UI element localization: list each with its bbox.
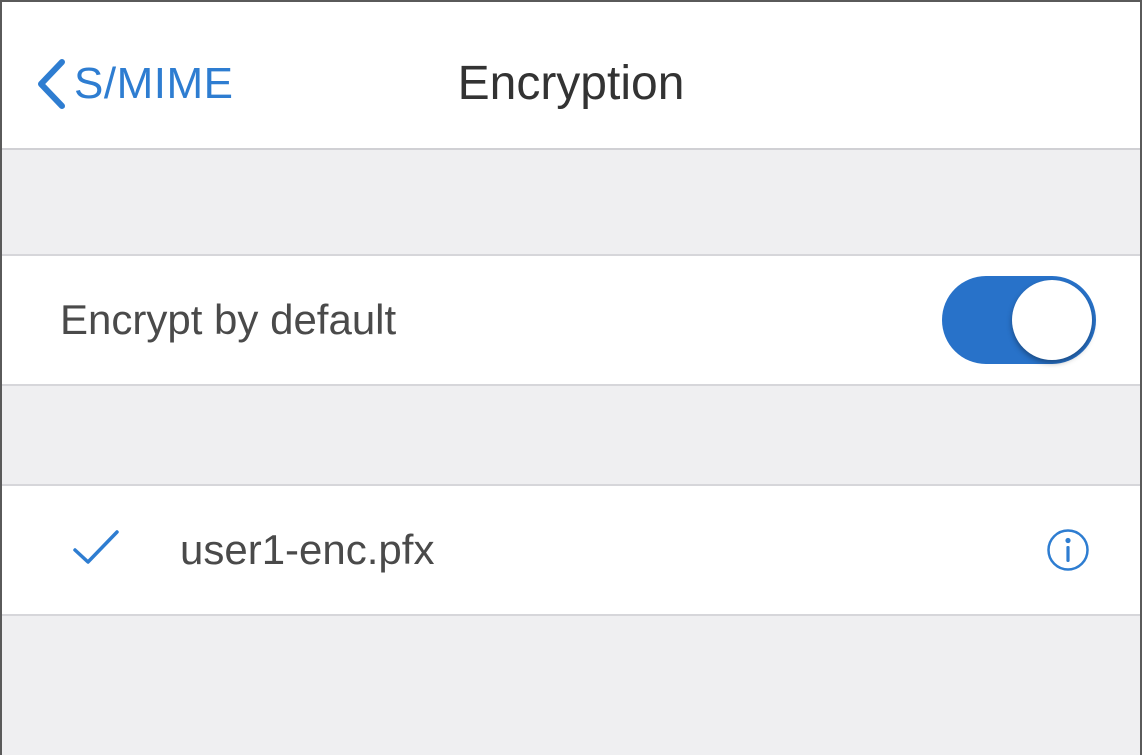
checkmark-icon	[72, 528, 120, 573]
encrypt-by-default-row: Encrypt by default	[2, 254, 1140, 386]
navigation-bar: S/MIME Encryption	[2, 2, 1140, 150]
chevron-left-icon	[36, 58, 66, 110]
encrypt-by-default-toggle[interactable]	[942, 276, 1096, 364]
encryption-screen: S/MIME Encryption Encrypt by default use…	[0, 0, 1142, 755]
back-label: S/MIME	[74, 59, 234, 108]
back-button[interactable]: S/MIME	[36, 54, 233, 114]
certificate-list-item[interactable]: user1-enc.pfx	[2, 484, 1140, 616]
toggle-knob	[1012, 280, 1092, 360]
info-icon[interactable]	[1046, 528, 1090, 577]
encrypt-by-default-label: Encrypt by default	[60, 296, 397, 343]
certificate-name: user1-enc.pfx	[180, 526, 435, 573]
